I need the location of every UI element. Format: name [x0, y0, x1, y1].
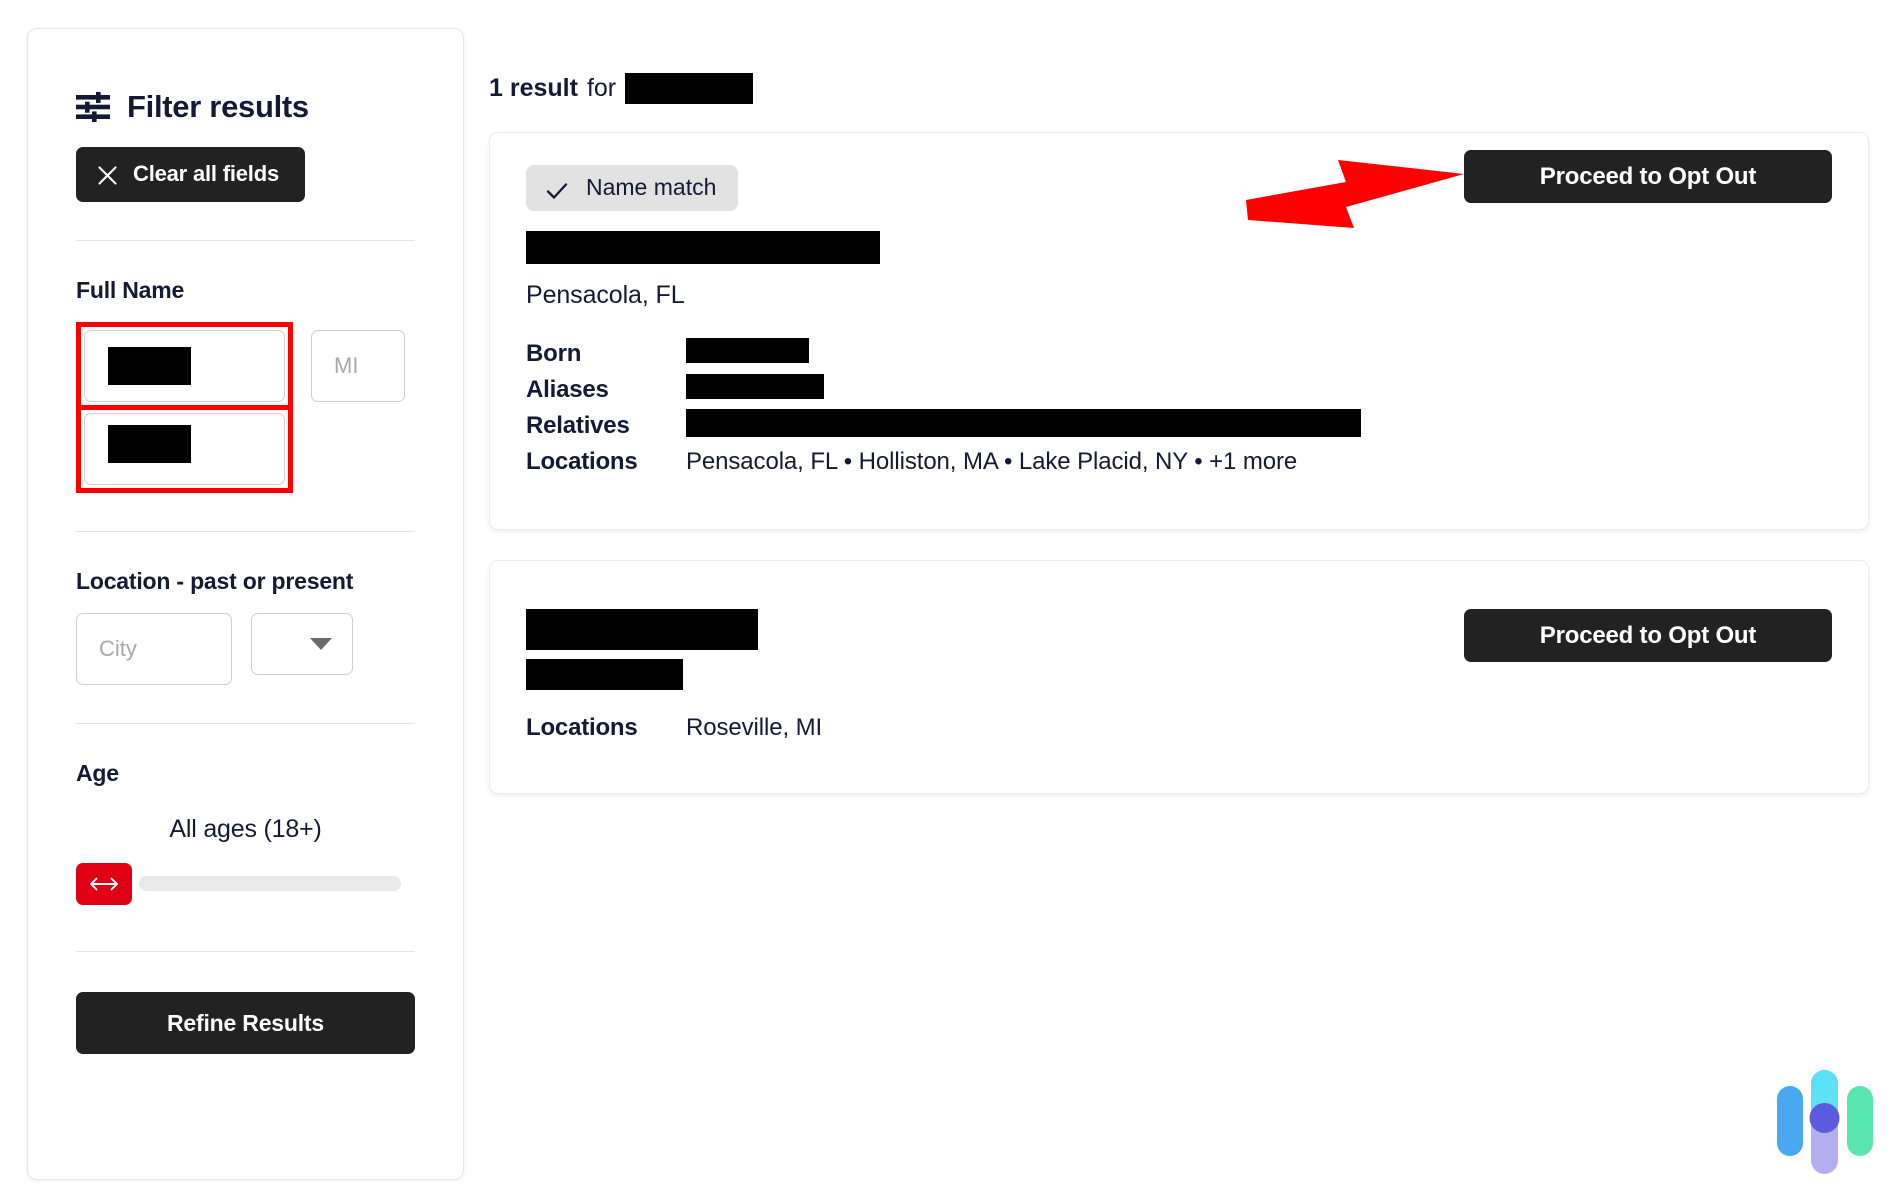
person-name-redaction	[526, 609, 758, 650]
proceed-to-opt-out-button[interactable]: Proceed to Opt Out	[1464, 609, 1832, 662]
refine-results-button[interactable]: Refine Results	[76, 992, 415, 1054]
born-redaction	[686, 338, 809, 363]
detail-value	[686, 408, 1361, 444]
person-name-redaction	[526, 231, 880, 264]
proceed-to-opt-out-button[interactable]: Proceed to Opt Out	[1464, 150, 1832, 203]
last-name-highlight	[76, 410, 293, 493]
last-name-redaction	[108, 425, 191, 463]
last-name-wrap	[84, 413, 285, 485]
detail-value: Roseville, MI	[686, 714, 823, 741]
detail-value: Pensacola, FL • Holliston, MA • Lake Pla…	[686, 448, 1298, 475]
mi-wrap	[311, 330, 405, 402]
middle-initial-input[interactable]	[311, 330, 405, 402]
result-card: Locations Roseville, MI Proceed to Opt O…	[489, 560, 1869, 794]
detail-key: Relatives	[526, 412, 630, 439]
divider-4	[76, 951, 415, 952]
filter-sidebar: Filter results Clear all fields Full Nam…	[27, 28, 464, 1180]
chat-widget-logo[interactable]	[1775, 1068, 1877, 1178]
person-city-state: Pensacola, FL	[526, 281, 685, 309]
first-name-redaction	[108, 347, 191, 385]
location-row	[76, 613, 415, 685]
red-arrow-pointer	[1246, 160, 1466, 228]
age-label: Age	[76, 760, 119, 786]
person-subname-redaction	[526, 659, 683, 690]
full-name-row	[76, 322, 415, 493]
check-icon	[546, 179, 568, 199]
filter-header: Filter results	[76, 89, 415, 125]
city-input[interactable]	[76, 613, 232, 685]
left-right-arrows-icon	[89, 876, 119, 892]
detail-key: Locations	[526, 714, 638, 741]
chevron-down-icon	[310, 638, 332, 650]
person-details: Born Aliases Relatives Locations Pensaco…	[526, 336, 1832, 480]
age-group: Age All ages (18+)	[76, 724, 415, 907]
detail-row: Born	[526, 336, 1832, 372]
detail-key: Aliases	[526, 376, 609, 403]
name-inputs-highlighted	[76, 322, 293, 493]
detail-row: Locations Roseville, MI	[526, 710, 1832, 746]
location-group: Location - past or present	[76, 532, 415, 685]
close-icon	[98, 165, 117, 185]
page-title: Filter results	[127, 89, 309, 124]
first-name-wrap	[84, 330, 285, 402]
age-value-text: All ages (18+)	[169, 815, 322, 843]
detail-row: Locations Pensacola, FL • Holliston, MA …	[526, 444, 1832, 480]
age-slider-handle[interactable]	[76, 863, 132, 905]
sliders-icon	[76, 92, 110, 123]
result-card-inner: Locations Roseville, MI Proceed to Opt O…	[490, 561, 1868, 793]
detail-value	[686, 338, 809, 370]
results-count: 1 result	[489, 74, 578, 102]
first-name-highlight	[76, 322, 293, 410]
search-query-redaction	[625, 73, 754, 104]
status-badge: Name match	[526, 165, 739, 211]
state-select[interactable]	[251, 613, 353, 675]
status-badge-label: Name match	[586, 174, 717, 200]
detail-value	[686, 374, 824, 406]
clear-all-fields-button[interactable]: Clear all fields	[76, 147, 305, 202]
results-for-label: for	[586, 74, 617, 102]
location-label: Location - past or present	[76, 568, 354, 594]
results-header: 1 result for	[489, 73, 754, 104]
relatives-redaction	[686, 408, 1361, 437]
result-card-inner: Name match Pensacola, FL Born Aliases Re…	[490, 133, 1868, 529]
person-details: Locations Roseville, MI	[526, 710, 1832, 746]
detail-key: Locations	[526, 448, 638, 475]
age-slider-track[interactable]	[139, 876, 401, 891]
detail-key: Born	[526, 340, 582, 367]
full-name-label: Full Name	[76, 277, 185, 303]
clear-all-fields-label: Clear all fields	[133, 161, 279, 186]
page-root: Filter results Clear all fields Full Nam…	[0, 0, 1892, 1199]
detail-row: Relatives	[526, 408, 1832, 444]
detail-row: Aliases	[526, 372, 1832, 408]
age-slider[interactable]	[76, 863, 415, 907]
aliases-redaction	[686, 374, 824, 399]
result-card: Name match Pensacola, FL Born Aliases Re…	[489, 132, 1869, 530]
full-name-group: Full Name	[76, 241, 415, 493]
